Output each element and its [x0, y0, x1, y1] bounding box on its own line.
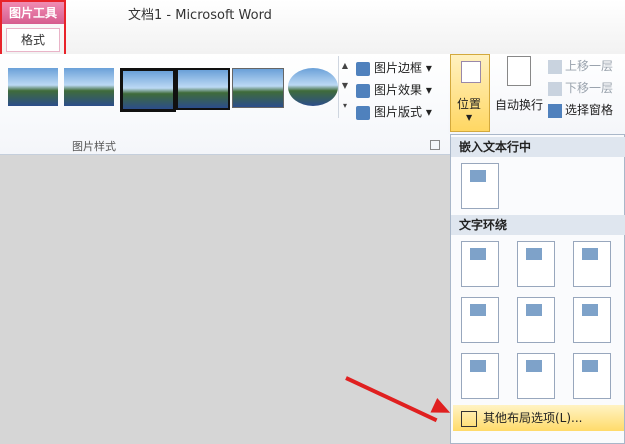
- selection-pane-icon: [548, 103, 562, 118]
- bring-forward-button[interactable]: 上移一层: [548, 56, 613, 76]
- layout-top-left[interactable]: [461, 241, 499, 287]
- layout-bottom-center[interactable]: [517, 353, 555, 399]
- layout-bottom-left[interactable]: [461, 353, 499, 399]
- section-inline: 嵌入文本行中: [451, 137, 625, 157]
- picture-border-label: 图片边框: [374, 61, 423, 75]
- layout-middle-center[interactable]: [517, 297, 555, 343]
- layout-top-right[interactable]: [573, 241, 611, 287]
- picture-border-button[interactable]: 图片边框 ▾: [356, 58, 432, 78]
- style-thumbnail[interactable]: [288, 68, 338, 106]
- picture-effects-button[interactable]: 图片效果 ▾: [356, 80, 432, 100]
- scroll-down-icon[interactable]: ▼: [339, 76, 351, 96]
- wrap-text-label: 自动换行: [494, 98, 543, 112]
- picture-effects-label: 图片效果: [374, 83, 423, 97]
- wrap-text-button[interactable]: 自动换行: [493, 56, 545, 132]
- layout-icon: [356, 105, 370, 120]
- picture-style-gallery: [4, 62, 338, 122]
- layout-options-icon: [461, 410, 477, 427]
- style-thumbnail[interactable]: [8, 68, 58, 106]
- title-bar: [0, 0, 625, 54]
- selection-pane-button[interactable]: 选择窗格: [548, 100, 613, 120]
- picture-tools-label: 图片工具: [2, 2, 64, 24]
- scroll-up-icon[interactable]: ▲: [339, 56, 351, 76]
- chevron-down-icon: ▼: [466, 113, 473, 122]
- tab-format[interactable]: 格式: [6, 28, 60, 52]
- border-icon: [356, 61, 370, 76]
- position-icon: [461, 61, 481, 83]
- picture-tools-tab-group: 图片工具 格式: [0, 0, 66, 56]
- style-thumbnail[interactable]: [64, 68, 114, 106]
- more-layout-options-button[interactable]: 其他布局选项(L)...: [453, 405, 624, 431]
- window-title: 文档1 - Microsoft Word: [128, 8, 272, 23]
- send-backward-button[interactable]: 下移一层: [548, 78, 613, 98]
- picture-layout-label: 图片版式: [374, 105, 423, 119]
- style-thumbnail[interactable]: [176, 68, 230, 110]
- bring-forward-label: 上移一层: [565, 59, 614, 73]
- annotation-arrow: [345, 376, 438, 423]
- send-backward-icon: [548, 81, 562, 96]
- layout-middle-right[interactable]: [573, 297, 611, 343]
- send-backward-label: 下移一层: [565, 81, 614, 95]
- layout-middle-left[interactable]: [461, 297, 499, 343]
- layout-top-center[interactable]: [517, 241, 555, 287]
- gallery-more-icon[interactable]: ▾: [339, 96, 351, 116]
- position-label: 位置: [457, 97, 482, 111]
- layout-inline[interactable]: [461, 163, 499, 209]
- selection-pane-label: 选择窗格: [565, 103, 614, 117]
- bring-forward-icon: [548, 59, 562, 74]
- wrap-text-icon: [507, 56, 531, 86]
- position-dropdown: 嵌入文本行中 文字环绕 其他布局选项(L)...: [450, 134, 625, 444]
- style-thumbnail[interactable]: [232, 68, 284, 108]
- style-thumbnail[interactable]: [120, 68, 176, 112]
- picture-layout-button[interactable]: 图片版式 ▾: [356, 102, 432, 122]
- group-label-picture-styles: 图片样式: [72, 140, 116, 153]
- more-layout-options-label: 其他布局选项(L)...: [483, 411, 583, 425]
- section-wrap: 文字环绕: [451, 215, 625, 235]
- dialog-launcher-icon[interactable]: [430, 140, 440, 150]
- gallery-scroll[interactable]: ▲ ▼ ▾: [338, 56, 351, 118]
- position-button[interactable]: 位置 ▼: [450, 54, 490, 132]
- layout-bottom-right[interactable]: [573, 353, 611, 399]
- effects-icon: [356, 83, 370, 98]
